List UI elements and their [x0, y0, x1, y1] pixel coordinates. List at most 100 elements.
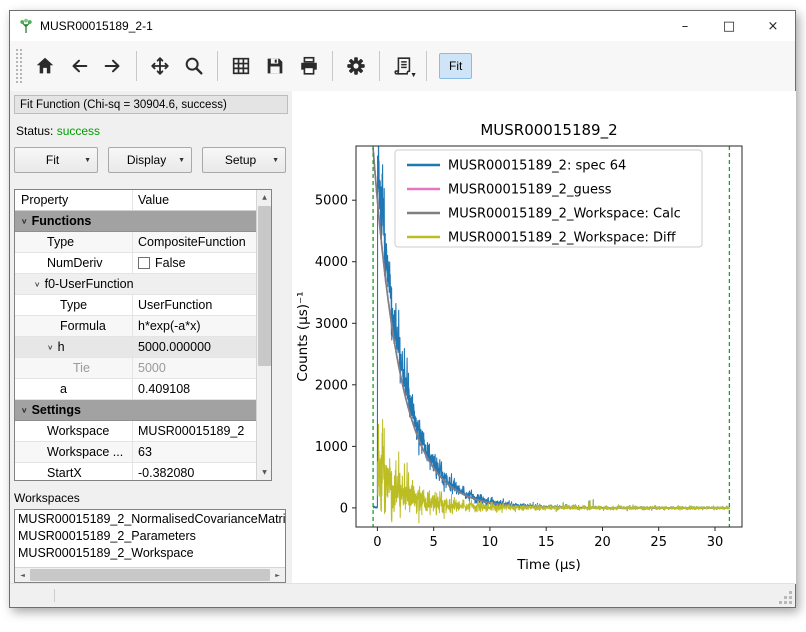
fit-menu-button[interactable]: Fit▼: [14, 147, 98, 173]
fit-status: Status: success: [16, 124, 292, 138]
section-label: Settings: [32, 400, 81, 420]
property-section-row[interactable]: ∨f0-UserFunction: [15, 274, 256, 295]
svg-text:0: 0: [340, 501, 348, 516]
property-label: Type: [47, 232, 74, 252]
chevron-expand-icon[interactable]: ∨: [47, 339, 54, 355]
home-icon[interactable]: [28, 49, 62, 83]
svg-text:15: 15: [538, 535, 555, 550]
property-value[interactable]: False: [133, 253, 256, 273]
property-row[interactable]: Formula h*exp(-a*x): [15, 316, 256, 337]
zoom-magnifier-icon[interactable]: [177, 49, 211, 83]
fit-window: MUSR00015189_2-1 – □ ×: [9, 10, 796, 608]
property-label: Workspace: [47, 421, 109, 441]
property-row[interactable]: a0.409108: [15, 379, 256, 400]
property-row[interactable]: NumDeriv False: [15, 253, 256, 274]
column-property: Property: [15, 190, 133, 210]
customize-gear-icon[interactable]: [339, 49, 373, 83]
status-label: Status:: [16, 124, 53, 138]
workspaces-label: Workspaces: [14, 491, 292, 505]
scroll-left-icon[interactable]: ◄: [15, 568, 30, 582]
workspaces-hscrollbar[interactable]: ◄ ►: [15, 567, 285, 582]
scroll-up-icon[interactable]: ▲: [257, 190, 272, 205]
column-value: Value: [133, 190, 256, 210]
back-arrow-icon[interactable]: [62, 49, 96, 83]
property-value[interactable]: 5000.000000: [133, 337, 256, 357]
property-row[interactable]: StartX-0.382080: [15, 463, 256, 480]
scroll-down-icon[interactable]: ▼: [257, 465, 272, 480]
toolbar-separator: [332, 51, 333, 81]
property-table-scrollbar[interactable]: ▲ ▼: [256, 190, 271, 480]
workspaces-list[interactable]: MUSR00015189_2_NormalisedCovarianceMatri…: [14, 509, 286, 583]
svg-text:MUSR00015189_2_guess: MUSR00015189_2_guess: [448, 183, 612, 198]
resize-grip-icon[interactable]: [780, 592, 792, 604]
svg-text:5000: 5000: [315, 194, 348, 209]
print-icon[interactable]: [292, 49, 326, 83]
chevron-expand-icon[interactable]: ∨: [21, 213, 28, 229]
scrollbar-thumb[interactable]: [258, 206, 271, 366]
fit-function-header: Fit Function (Chi-sq = 30904.6, success): [14, 95, 288, 114]
property-value[interactable]: 0.409108: [133, 379, 256, 399]
svg-text:5: 5: [430, 535, 438, 550]
svg-text:2000: 2000: [315, 378, 348, 393]
property-row[interactable]: Workspace MUSR00015189_2: [15, 421, 256, 442]
display-menu-button[interactable]: Display▼: [108, 147, 192, 173]
toolbar-drag-handle[interactable]: [16, 49, 22, 83]
maximize-button[interactable]: □: [707, 11, 751, 41]
chevron-expand-icon[interactable]: ∨: [34, 276, 41, 292]
chevron-expand-icon[interactable]: ∨: [21, 402, 28, 418]
property-value[interactable]: 5000: [133, 358, 256, 378]
property-row[interactable]: TypeUserFunction: [15, 295, 256, 316]
title-bar[interactable]: MUSR00015189_2-1 – □ ×: [10, 11, 795, 41]
fit-toggle-button[interactable]: Fit: [439, 53, 472, 79]
close-button[interactable]: ×: [751, 11, 795, 41]
mantid-app-icon: [18, 18, 34, 34]
toolbar-separator: [217, 51, 218, 81]
plot-legend: MUSR00015189_2: spec 64 MUSR00015189_2_g…: [395, 150, 702, 247]
x-axis-label: Time (μs): [516, 557, 581, 573]
property-value[interactable]: UserFunction: [133, 295, 256, 315]
section-label: Functions: [32, 211, 92, 231]
property-label: NumDeriv: [47, 253, 103, 273]
property-value[interactable]: h*exp(-a*x): [133, 316, 256, 336]
svg-text:1000: 1000: [315, 440, 348, 455]
chevron-down-icon: ▼: [84, 157, 91, 164]
workspace-list-item[interactable]: MUSR00015189_2_Parameters: [18, 528, 285, 545]
property-value[interactable]: 63: [133, 442, 256, 462]
property-value[interactable]: MUSR00015189_2: [133, 421, 256, 441]
scroll-right-icon[interactable]: ►: [270, 568, 285, 582]
checkbox[interactable]: [138, 257, 150, 269]
toolbar-separator: [379, 51, 380, 81]
property-value[interactable]: -0.382080: [133, 463, 256, 480]
property-row[interactable]: ∨h 5000.000000: [15, 337, 256, 358]
toolbar-separator: [426, 51, 427, 81]
toolbar-separator: [136, 51, 137, 81]
pan-move-icon[interactable]: [143, 49, 177, 83]
setup-menu-button[interactable]: Setup▼: [202, 147, 286, 173]
property-label: h: [58, 337, 65, 357]
minimize-button[interactable]: –: [663, 11, 707, 41]
property-label: Formula: [60, 316, 106, 336]
fit-plot-canvas[interactable]: MUSR00015189_205101520253001000200030004…: [292, 91, 795, 583]
fit-function-panel: Fit Function (Chi-sq = 30904.6, success)…: [10, 91, 292, 583]
property-row[interactable]: Tie5000: [15, 358, 256, 379]
property-row[interactable]: Type CompositeFunction: [15, 232, 256, 253]
property-value[interactable]: CompositeFunction: [133, 232, 256, 252]
hscrollbar-thumb[interactable]: [30, 569, 270, 581]
chevron-down-icon: ▼: [178, 157, 185, 164]
property-label: Workspace ...: [47, 442, 123, 462]
property-section-row[interactable]: ∨Functions: [15, 211, 256, 232]
status-value: success: [57, 124, 100, 138]
workspace-list-item[interactable]: MUSR00015189_2_NormalisedCovarianceMatri…: [18, 511, 285, 528]
property-table-header: Property Value: [15, 190, 256, 211]
svg-text:30: 30: [707, 535, 724, 550]
workspace-list-item[interactable]: MUSR00015189_2_Workspace: [18, 545, 285, 562]
fit-plot-svg: MUSR00015189_205101520253001000200030004…: [292, 91, 796, 584]
save-floppy-icon[interactable]: [258, 49, 292, 83]
forward-arrow-icon[interactable]: [96, 49, 130, 83]
y-axis-label: Counts (μs)⁻¹: [295, 291, 311, 381]
property-row[interactable]: Workspace ... 63: [15, 442, 256, 463]
property-section-row[interactable]: ∨Settings: [15, 400, 256, 421]
subplots-grid-icon[interactable]: [224, 49, 258, 83]
generate-script-icon[interactable]: ▼: [386, 49, 420, 83]
section-label: f0-UserFunction: [45, 274, 134, 294]
